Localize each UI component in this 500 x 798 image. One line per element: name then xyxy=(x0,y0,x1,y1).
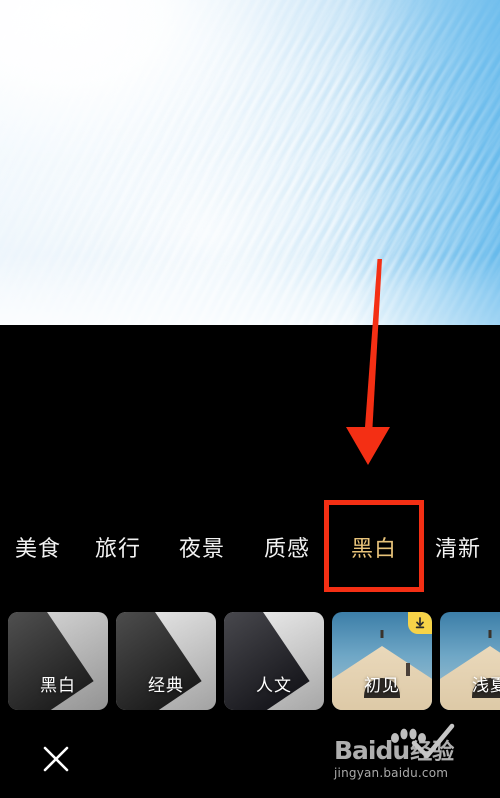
tab-qingxin[interactable]: 清新 xyxy=(418,531,498,563)
photo-filter-editor-screen: 美食 旅行 夜景 质感 黑白 清新 黑白 经典 人文 初见 浅夏 Baidu 经… xyxy=(0,0,500,798)
close-x-icon xyxy=(43,746,69,772)
filter-thumb-label: 人文 xyxy=(256,676,292,695)
tab-label: 黑白 xyxy=(350,536,397,561)
tab-label: 清新 xyxy=(434,536,481,561)
filter-thumbnail-row[interactable]: 黑白 经典 人文 初见 浅夏 xyxy=(8,612,500,710)
tab-label: 质感 xyxy=(263,536,310,561)
tab-lvxing[interactable]: 旅行 xyxy=(76,531,160,563)
filter-thumb-label: 黑白 xyxy=(40,676,76,695)
filter-thumb-label: 初见 xyxy=(364,676,400,695)
photo-preview[interactable] xyxy=(0,0,500,325)
download-arrow-icon xyxy=(415,617,425,629)
sky-right-haze xyxy=(350,0,500,325)
tab-meishi[interactable]: 美食 xyxy=(0,531,76,563)
tab-zhigan[interactable]: 质感 xyxy=(244,531,330,563)
filter-thumb-heibai[interactable]: 黑白 xyxy=(8,612,108,710)
filter-category-tabs[interactable]: 美食 旅行 夜景 质感 黑白 清新 xyxy=(0,519,500,575)
filter-thumb-renwen[interactable]: 人文 xyxy=(224,612,324,710)
watermark-url: jingyan.baidu.com xyxy=(334,766,449,780)
filter-thumb-label: 浅夏 xyxy=(472,676,500,695)
tab-label: 夜景 xyxy=(178,536,225,561)
filter-thumb-chujian[interactable]: 初见 xyxy=(332,612,432,710)
close-button[interactable] xyxy=(36,739,76,779)
filter-thumb-qianxia[interactable]: 浅夏 xyxy=(440,612,500,710)
filter-thumb-jingdian[interactable]: 经典 xyxy=(116,612,216,710)
checkmark-icon xyxy=(411,723,455,759)
tab-yejing[interactable]: 夜景 xyxy=(160,531,244,563)
baidu-jingyan-watermark: Baidu 经验 jingyan.baidu.com xyxy=(334,723,494,780)
tab-label: 旅行 xyxy=(94,536,141,561)
tab-label: 美食 xyxy=(14,536,61,561)
filter-thumb-label: 经典 xyxy=(148,676,184,695)
tab-heibai[interactable]: 黑白 xyxy=(330,531,418,563)
download-badge[interactable] xyxy=(408,612,432,634)
